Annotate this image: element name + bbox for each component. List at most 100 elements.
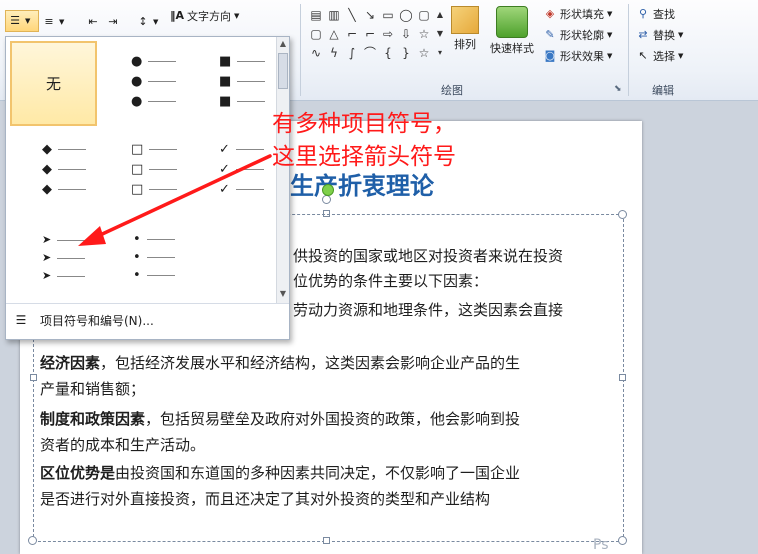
chevron-down-icon: ▼ [607,10,613,18]
shape-effects-button[interactable]: ◙ 形状效果 ▼ [543,46,613,66]
scroll-down-icon[interactable]: ▼ [432,27,448,41]
bullet-style-diamond[interactable]: ◆ ◆ ◆ [10,129,97,214]
rounded-rectangle-shape-icon[interactable]: ▢ [308,27,324,41]
corner-shape-icon[interactable]: ⌐ [344,27,360,41]
star5-shape-icon[interactable]: ☆ [416,46,432,60]
body-line: 产量和销售额； [40,380,146,398]
small-dot-bullet-icon: • [133,232,141,247]
textbox-corner-bl[interactable] [28,536,37,545]
decrease-indent-icon: ⇤ [88,15,98,28]
hollow-square-bullet-icon: □ [131,142,144,157]
bullet-style-none[interactable]: 无 [10,41,97,126]
arrow-bullet-icon: ➤ [42,251,52,264]
cursor-icon: ↖ [638,49,648,62]
freeform-shape-icon[interactable]: ϟ [326,46,342,60]
chevron-down-icon: ▼ [59,18,65,26]
binoculars-icon: ⚲ [638,7,648,20]
bullet-style-filled-round[interactable]: ● ● ● [101,41,188,126]
body-line: 是否进行对外直接投资，而且还决定了其对外投资的类型和产业结构 [40,490,491,508]
star-shape-icon[interactable]: ☆ [416,27,432,41]
body-line: 区位优势是由投资国和东道国的多种因素共同决定，不仅影响了一国企业 [40,464,521,482]
body-line: 经济因素，包括经济发展水平和经济结构，这类因素会影响企业产品的生 [40,354,521,372]
textbox-bottom-handle[interactable] [323,537,330,544]
chevron-down-icon: ▼ [153,18,159,26]
select-button[interactable]: ↖ 选择 ▼ [636,46,683,66]
quick-style-button[interactable]: 快速样式 [487,6,537,66]
rounded-rect-shape-icon[interactable]: ▢ [416,8,432,22]
small-dot-bullet-icon: • [133,250,141,265]
triangle-shape-icon[interactable]: △ [326,27,342,41]
line-spacing-icon: ↕ [138,15,148,28]
vertical-textbox-shape-icon[interactable]: ▥ [326,8,342,22]
bullet-style-filled-square[interactable]: ■ ■ ■ [189,41,276,126]
shape-fill-button[interactable]: ◈ 形状填充 ▼ [543,4,613,24]
bullet-list-icon: ☰ [15,313,27,327]
chevron-down-icon: ▼ [678,31,684,39]
quick-style-icon [496,6,528,38]
line-spacing-button[interactable]: ↕ ▼ [136,12,158,32]
dropdown-separator [6,303,289,304]
arc-shape-icon[interactable]: ⌒ [362,46,378,60]
title-top-handle[interactable] [322,195,331,204]
elbow-shape-icon[interactable]: ⌐ [362,27,378,41]
rotation-handle[interactable] [322,184,334,196]
rectangle-shape-icon[interactable]: ▭ [380,8,396,22]
bullet-style-checkmark[interactable]: ✓ ✓ ✓ [189,129,276,214]
right-arrow-shape-icon[interactable]: ⇨ [380,27,396,41]
dialog-launcher-icon[interactable]: ⬊ [614,84,622,94]
scroll-down-arrow-icon[interactable]: ▼ [277,287,289,301]
annotation-line-1: 有多种项目符号， [272,111,456,137]
group-separator [628,4,629,96]
left-brace-shape-icon[interactable]: { [380,46,396,60]
increase-indent-button[interactable]: ⇥ [106,12,120,32]
line-shape-icon[interactable]: ╲ [344,8,360,22]
numbering-button[interactable]: ≡ ▼ [42,12,64,32]
checkmark-bullet-icon: ✓ [219,162,230,177]
decrease-indent-button[interactable]: ⇤ [86,12,100,32]
editing-group-label: 编辑 [652,84,674,97]
find-button[interactable]: ⚲ 查找 [636,4,675,24]
textbox-corner-tr[interactable] [618,210,627,219]
arrow-bullet-icon: ➤ [42,233,52,246]
effects-icon: ◙ [544,49,556,62]
more-shapes-icon[interactable]: ▾ [432,46,448,60]
body-line: 劳动力资源和地理条件，这类因素会直接 [293,301,564,319]
bullet-style-small-dot[interactable]: • • • [101,217,188,302]
textbox-shape-icon[interactable]: ▤ [308,8,324,22]
text-direction-button[interactable]: ‖A 文字方向 ▼ [170,6,239,26]
group-separator [300,4,301,96]
filled-round-bullet-icon: ● [131,54,143,69]
numbered-list-icon: ≡ [44,15,54,28]
filled-square-bullet-icon: ■ [219,74,232,89]
body-line: 资者的成本和生产活动。 [40,436,206,454]
replace-button[interactable]: ⇄ 替换 ▼ [636,25,683,45]
slide-title[interactable]: 生产折衷理论 [290,166,434,201]
paint-bucket-icon: ◈ [545,7,555,20]
bullet-style-arrow[interactable]: ➤ ➤ ➤ [10,217,97,302]
shape-outline-button[interactable]: ✎ 形状轮廓 ▼ [543,25,612,45]
chevron-down-icon: ▼ [607,52,613,60]
chevron-down-icon: ▼ [607,31,613,39]
curve-shape-icon[interactable]: ∿ [308,46,324,60]
scroll-up-icon[interactable]: ▲ [432,8,448,22]
right-brace-shape-icon[interactable]: } [398,46,414,60]
textbox-corner-br[interactable] [618,536,627,545]
scribble-shape-icon[interactable]: ∫ [344,46,360,60]
textbox-right-handle[interactable] [619,374,626,381]
bullets-and-numbering-item[interactable]: ☰ 项目符号和编号(N)... [6,306,289,334]
oval-shape-icon[interactable]: ◯ [398,8,414,22]
hollow-square-bullet-icon: □ [131,162,144,177]
small-dot-bullet-icon: • [133,268,141,283]
scroll-up-arrow-icon[interactable]: ▲ [277,37,289,51]
bullet-style-hollow-square[interactable]: □ □ □ [101,129,188,214]
filled-round-bullet-icon: ● [131,94,143,109]
scroll-thumb[interactable] [278,53,288,89]
body-line: 供投资的国家或地区对投资者来说在投资 [293,247,564,265]
textbox-left-handle[interactable] [30,374,37,381]
bullets-button[interactable]: ☰ ▼ [5,10,39,32]
arrange-icon [451,6,479,34]
arrow-line-shape-icon[interactable]: ↘ [362,8,378,22]
text-direction-icon: ‖A [170,9,185,22]
down-arrow-shape-icon[interactable]: ⇩ [398,27,414,41]
arrange-button[interactable]: 排列 [448,6,482,66]
